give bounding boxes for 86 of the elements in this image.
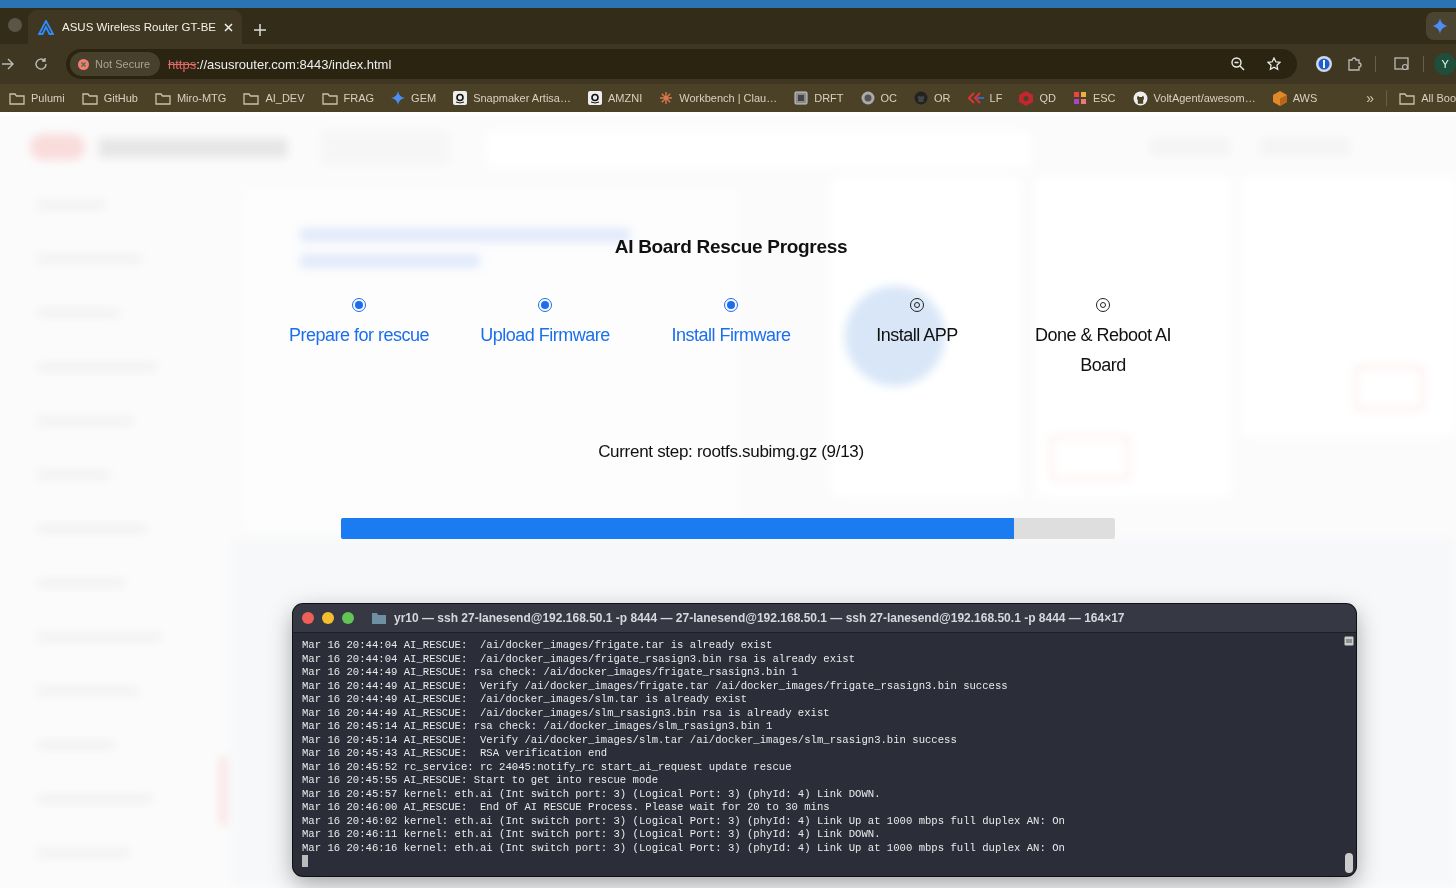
sparkle-icon [391,91,406,105]
log-line: Mar 16 20:44:04 AI_RESCUE: /ai/docker_images/frigate.tar is already exist [302,639,774,653]
folder-icon [154,91,171,105]
log-line: Mar 16 20:45:57 kernel: eth.ai (Int switch port: 3) (Logical Port: 3) (phyId: 4) Link DOWN. [302,787,882,801]
step-label: Install APP [875,324,959,347]
step-label: Done & Reboot AI Board [1033,324,1173,377]
bookmark-item[interactable]: OC [860,91,898,105]
bookmark-item[interactable]: GEM [391,91,437,105]
folder-icon [9,91,25,105]
log-line: Mar 16 20:46:02 kernel: eth.ai (Int switch port: 3) (Logical Port: 3) (phyId: 4) Link Up at 1000 mbps full duplex AN: On [302,814,1066,828]
tab-search-icon[interactable] [1394,56,1412,72]
hexagon-icon [1019,90,1034,106]
log-line: Mar 16 20:45:14 AI_RESCUE: rsa check: /ai/docker_images/slm_rsasign3.bin 1 [302,720,774,734]
tab-title: ASUS Wireless Router GT-BE [62,21,216,33]
bookmark-item[interactable]: QD [1019,90,1056,106]
bookmark-item[interactable]: GitHub [81,91,138,105]
chevrons-icon [967,92,984,104]
amazon-icon [453,91,468,105]
log-line: Mar 16 20:45:14 AI_RESCUE: Verify /ai/docker_images/slm.tar /ai/docker_images/slm_rsasign3.bin success [302,733,958,747]
bookmark-item[interactable]: FRAG [321,91,375,105]
zoom-out-icon[interactable] [1231,57,1246,71]
bookmark-item[interactable]: VoltAgent/awesom… [1132,90,1256,106]
bookmark-item[interactable]: All Boo [1399,91,1456,105]
starburst-icon [659,91,674,105]
new-tab-icon[interactable] [254,24,266,36]
bookmark-item[interactable]: AI_DEV [243,91,305,105]
not-secure-chip[interactable]: Not Secure [70,52,161,76]
bookmark-item[interactable]: AWS [1272,90,1318,106]
triangle-logo-icon [38,19,54,35]
scrollbar-button-icon[interactable] [1344,636,1354,646]
minimize-window-icon[interactable] [322,612,334,624]
log-line: Mar 16 20:44:04 AI_RESCUE: /ai/docker_images/frigate_rsasign3.bin rsa is already exist [302,652,857,666]
step-label: Install Firmware [670,324,792,347]
window-title: yr10 — ssh 27-lanesend@192.168.50.1 -p 8444 — 27-lanesend@192.168.50.1 — ssh 27-lanesend@192.168.50.1 -p 8444 — 164×17 [394,611,1125,625]
disc-icon [860,91,875,105]
more-bookmarks[interactable]: » [1366,90,1375,106]
step-label: Prepare for rescue [287,324,431,347]
close-window-icon[interactable] [302,612,314,624]
bookmark-item[interactable]: DRFT [794,91,844,105]
cube-icon [1272,90,1287,106]
browser-tab[interactable]: ASUS Wireless Router GT-BE [28,10,242,44]
grid-cube-icon [1072,91,1087,105]
dialog-title: AI Board Rescue Progress [614,236,848,258]
scrollbar-thumb[interactable] [1345,853,1353,873]
reload-icon[interactable] [34,57,48,71]
star-icon[interactable] [1267,57,1282,71]
folder-icon [321,91,338,105]
folder-icon [1399,91,1416,105]
bookmark-item[interactable]: ESC [1072,91,1116,105]
step-label: Upload Firmware [479,324,611,347]
current-step-text: Current step: rootfs.subimg.gz (9/13) [598,442,864,462]
zoom-window-icon[interactable] [342,612,354,624]
address-bar[interactable]: Not Secure https://asusrouter.com:8443/index.html [66,49,1298,79]
text-cursor [302,855,308,867]
close-icon[interactable] [224,22,233,32]
bookmark-item[interactable]: Workbench | Clau… [659,91,778,105]
bookmark-item[interactable]: LF [967,92,1003,104]
forward-arrow-icon[interactable] [2,58,14,70]
bookmark-item[interactable]: Pulumi [9,91,65,105]
puzzle-icon[interactable] [1347,56,1364,72]
password-manager-icon[interactable] [1315,55,1334,73]
url-text: https://asusrouter.com:8443/index.html [168,56,393,72]
log-line: Mar 16 20:44:49 AI_RESCUE: /ai/docker_images/slm.tar is already exist [302,693,748,707]
log-line: Mar 16 20:46:00 AI_RESCUE: End Of AI RESCUE Process. Please wait for 20 to 30 mins [302,801,831,815]
warning-icon [78,58,89,70]
app-icon [794,91,809,105]
log-line: Mar 16 20:45:55 AI_RESCUE: Start to get into rescue mode [302,774,659,788]
log-line: Mar 16 20:44:49 AI_RESCUE: rsa check: /ai/docker_images/frigate_rsasign3.bin 1 [302,666,799,680]
bookmark-item[interactable]: Miro-MTG [154,91,227,105]
log-line: Mar 16 20:45:52 rc_service: rc 24045:notify_rc start_ai_request update rescue [302,760,793,774]
log-line: Mar 16 20:46:11 kernel: eth.ai (Int switch port: 3) (Logical Port: 3) (phyId: 4) Link DOWN. [302,828,882,842]
log-line: Mar 16 20:46:16 kernel: eth.ai (Int switch port: 3) (Logical Port: 3) (phyId: 4) Link Up at 1000 mbps full duplex AN: On [302,841,1066,855]
folder-icon [372,612,386,624]
log-line: Mar 16 20:44:49 AI_RESCUE: /ai/docker_images/slm_rsasign3.bin rsa is already exist [302,706,831,720]
folder-icon [81,91,98,105]
github-icon [914,91,929,105]
bookmark-item[interactable]: AMZNI [587,91,643,105]
github-icon [1132,90,1148,106]
profile-avatar[interactable]: Y [1434,53,1456,75]
bookmark-item[interactable]: OR [914,91,951,105]
bookmark-item[interactable]: Snapmaker Artisa… [453,91,571,105]
log-line: Mar 16 20:45:43 AI_RESCUE: RSA verification end [302,747,609,761]
sparkle-icon[interactable] [1432,18,1448,34]
amazon-icon [587,91,602,105]
log-line: Mar 16 20:44:49 AI_RESCUE: Verify /ai/docker_images/frigate.tar /ai/docker_images/frigate_rsasign3.bin success [302,679,1009,693]
folder-icon [243,91,260,105]
